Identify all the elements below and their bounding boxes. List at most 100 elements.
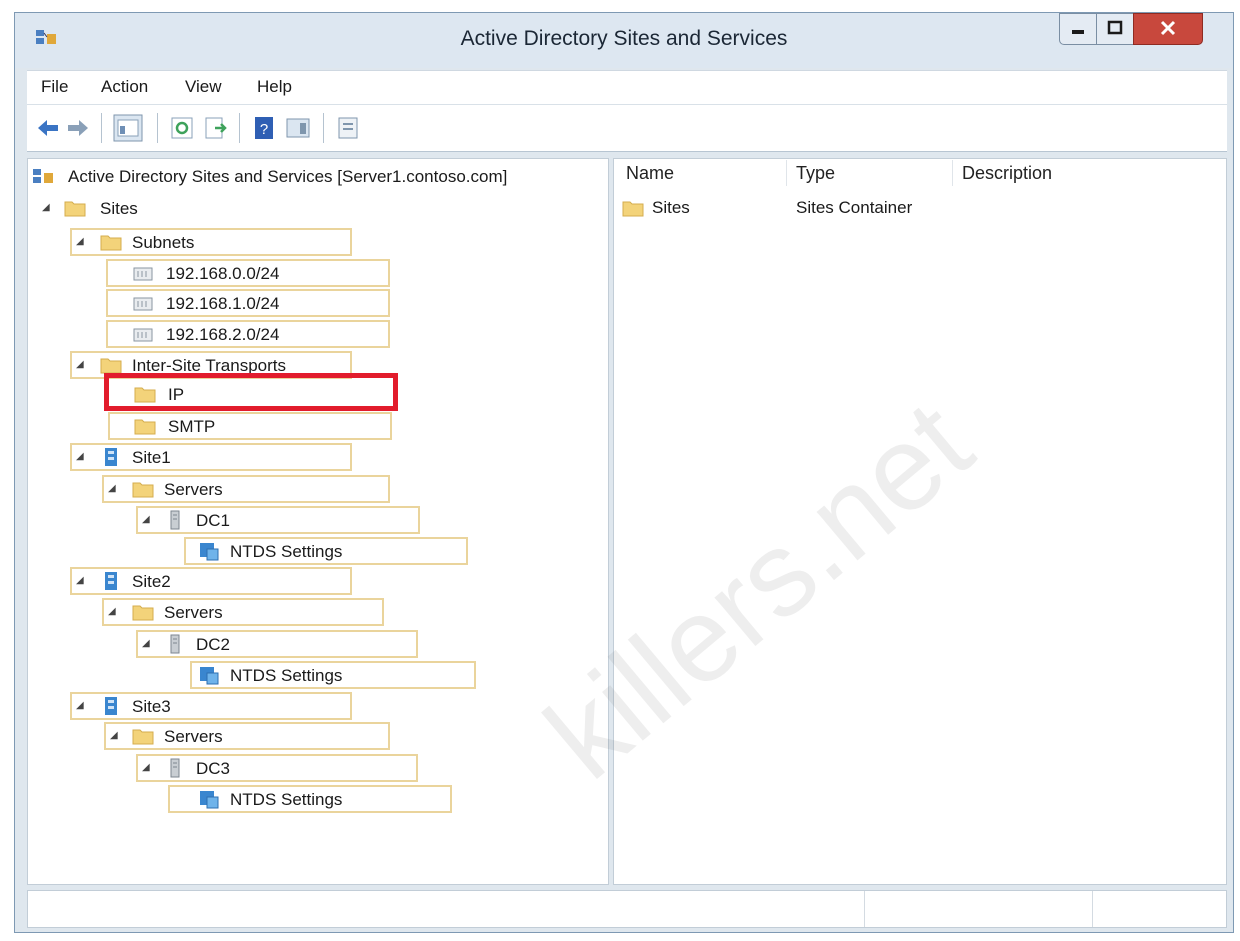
menu-view[interactable]: View [185, 77, 222, 97]
expand-caret-icon[interactable]: ◢ [142, 514, 154, 525]
tree-item-sites[interactable]: ◢ Sites [40, 194, 200, 224]
expand-caret-icon[interactable]: ◢ [142, 638, 154, 649]
tree-item-subnet[interactable]: 192.168.0.0/24 [106, 259, 390, 289]
subnet-icon [133, 267, 153, 281]
expand-caret-icon[interactable]: ◢ [76, 700, 88, 711]
folder-icon [64, 201, 86, 217]
highlight-box [104, 373, 398, 411]
forward-arrow-icon[interactable] [65, 115, 91, 141]
tree-item-subnet[interactable]: 192.168.2.0/24 [106, 320, 390, 350]
server-icon [170, 510, 180, 530]
export-list-icon[interactable] [203, 115, 229, 141]
tree-item-label: DC3 [196, 759, 231, 778]
refresh-icon[interactable] [169, 115, 195, 141]
folder-icon [622, 201, 644, 217]
tree-item-label: Site2 [132, 572, 171, 591]
tree-item-label: NTDS Settings [230, 790, 343, 809]
minimize-button[interactable] [1059, 13, 1097, 45]
server-icon [170, 758, 180, 778]
column-divider[interactable] [786, 160, 787, 186]
show-action-pane-icon[interactable] [285, 115, 311, 141]
close-button[interactable] [1133, 13, 1203, 45]
expand-caret-icon[interactable]: ◢ [76, 451, 88, 462]
column-header-type[interactable]: Type [796, 163, 835, 184]
expand-caret-icon[interactable]: ◢ [110, 730, 122, 741]
expand-caret-icon[interactable]: ◢ [42, 202, 54, 213]
maximize-icon [1107, 20, 1123, 35]
show-hide-tree-icon[interactable] [113, 114, 143, 142]
status-divider [1092, 891, 1093, 927]
tree-item-ntds-settings[interactable]: NTDS Settings [184, 537, 468, 567]
expand-caret-icon[interactable]: ◢ [108, 483, 120, 494]
tree-item-label: DC2 [196, 635, 231, 654]
status-bar [27, 890, 1227, 928]
help-icon[interactable]: ? [251, 115, 277, 141]
tree-item-smtp[interactable]: SMTP [108, 412, 392, 442]
tree-item-dc[interactable]: ◢ DC3 [136, 754, 420, 784]
subnet-icon [133, 328, 153, 342]
site-icon [105, 572, 117, 590]
title-bar[interactable]: Active Directory Sites and Services [15, 13, 1233, 68]
tree-item-site3[interactable]: ◢ Site3 [70, 692, 354, 722]
server-icon [170, 634, 180, 654]
toolbar-separator [101, 113, 102, 143]
tree-item-label: NTDS Settings [230, 542, 343, 561]
expand-caret-icon[interactable]: ◢ [76, 236, 88, 247]
tree-item-servers[interactable]: ◢ Servers [104, 722, 390, 752]
ntds-settings-icon [200, 667, 219, 685]
toolbar-separator [323, 113, 324, 143]
maximize-button[interactable] [1096, 13, 1134, 45]
tree-item-label: 192.168.2.0/24 [166, 325, 280, 344]
list-item[interactable] [620, 194, 1210, 224]
tree-item-label: Site3 [132, 697, 171, 716]
tree-item-label: Servers [164, 480, 223, 499]
subnet-icon [133, 297, 153, 311]
tree-item-subnet[interactable]: 192.168.1.0/24 [106, 289, 390, 319]
tree-item-label: Servers [164, 727, 223, 746]
expand-caret-icon[interactable]: ◢ [142, 762, 154, 773]
tree-item-dc[interactable]: ◢ DC1 [136, 506, 420, 536]
expand-caret-icon[interactable]: ◢ [76, 359, 88, 370]
tree-item-label: Servers [164, 603, 223, 622]
ntds-settings-icon [200, 543, 219, 561]
tree-item-ntds-settings[interactable]: NTDS Settings [168, 785, 452, 815]
back-arrow-icon[interactable] [35, 115, 61, 141]
menu-help[interactable]: Help [257, 77, 292, 97]
column-header-name[interactable]: Name [626, 163, 674, 184]
toolbar-separator [157, 113, 158, 143]
svg-text:?: ? [260, 121, 268, 138]
minimize-icon [1072, 30, 1084, 34]
tree-item-ntds-settings[interactable]: NTDS Settings [190, 661, 476, 691]
tree-item-label: 192.168.0.0/24 [166, 264, 280, 283]
tree-item-servers[interactable]: ◢ Servers [102, 475, 392, 505]
column-divider[interactable] [952, 160, 953, 186]
tree-item-label: DC1 [196, 511, 231, 530]
folder-icon [132, 605, 154, 621]
tree-item-root[interactable]: Active Directory Sites and Services [Ser… [30, 162, 590, 192]
site-icon [105, 448, 117, 466]
tree-item-label: NTDS Settings [230, 666, 343, 685]
expand-caret-icon[interactable]: ◢ [76, 575, 88, 586]
ad-sites-services-icon [33, 169, 53, 183]
ntds-settings-icon [200, 791, 219, 809]
toolbar: ? [27, 104, 1227, 152]
menu-action[interactable]: Action [101, 77, 148, 97]
tree-item-label: Sites [100, 199, 138, 218]
close-icon [1160, 20, 1176, 36]
list-cell-name: Sites [652, 198, 690, 217]
menu-bar: File Action View Help [27, 70, 1227, 105]
properties-icon[interactable] [335, 115, 361, 141]
folder-icon [134, 419, 156, 435]
tree-item-site1[interactable]: ◢ Site1 [70, 443, 354, 473]
expand-caret-icon[interactable]: ◢ [108, 606, 120, 617]
status-divider [864, 891, 865, 927]
details-pane[interactable] [613, 158, 1227, 885]
tree-item-subnets[interactable]: ◢ Subnets [70, 228, 354, 258]
menu-file[interactable]: File [41, 77, 68, 97]
tree-item-site2[interactable]: ◢ Site2 [70, 567, 354, 597]
list-cell-type: Sites Container [796, 198, 913, 217]
column-header-description[interactable]: Description [962, 163, 1052, 184]
tree-item-label: Site1 [132, 448, 171, 467]
tree-item-dc[interactable]: ◢ DC2 [136, 630, 420, 660]
tree-item-servers[interactable]: ◢ Servers [102, 598, 386, 628]
